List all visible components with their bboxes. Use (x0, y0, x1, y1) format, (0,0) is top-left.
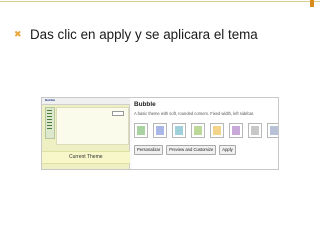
theme-swatch[interactable] (191, 123, 205, 138)
x-mark-icon: ✖ (14, 29, 22, 39)
theme-swatch[interactable] (267, 123, 278, 138)
personalize-button[interactable]: Personalizar (134, 145, 164, 155)
preview-content (56, 107, 129, 145)
theme-title: Bubble (134, 101, 156, 108)
top-divider (0, 1, 320, 2)
theme-preview-panel: Current Theme (42, 104, 130, 169)
theme-buttons: Personalizar Preview and Customize Apply (134, 145, 236, 155)
theme-swatch[interactable] (248, 123, 262, 138)
current-theme-label: Current Theme (42, 151, 130, 164)
preview-search-box (112, 111, 124, 116)
apply-button[interactable]: Apply (219, 145, 236, 155)
corner-accent (310, 0, 314, 7)
bullet-text: Das clic en apply y se aplicara el tema (30, 27, 258, 42)
bullet-item: ✖ Das clic en apply y se aplicara el tem… (14, 27, 258, 42)
theme-swatch[interactable] (229, 123, 243, 138)
theme-swatch[interactable] (172, 123, 186, 138)
theme-swatches (134, 123, 278, 138)
preview-header: Bubble (42, 98, 130, 105)
theme-swatch[interactable] (210, 123, 224, 138)
theme-details: Bubble A basic theme with soft, rounded … (132, 98, 278, 169)
preview-sidebar (45, 107, 55, 139)
preview-customize-button[interactable]: Preview and Customize (166, 145, 217, 155)
theme-screenshot: Current Theme Bubble Bubble A basic them… (41, 97, 279, 170)
theme-swatch[interactable] (134, 123, 148, 138)
preview-brand: Bubble (45, 98, 56, 102)
theme-swatch[interactable] (153, 123, 167, 138)
theme-description: A basic theme with soft, rounded corners… (134, 111, 255, 116)
